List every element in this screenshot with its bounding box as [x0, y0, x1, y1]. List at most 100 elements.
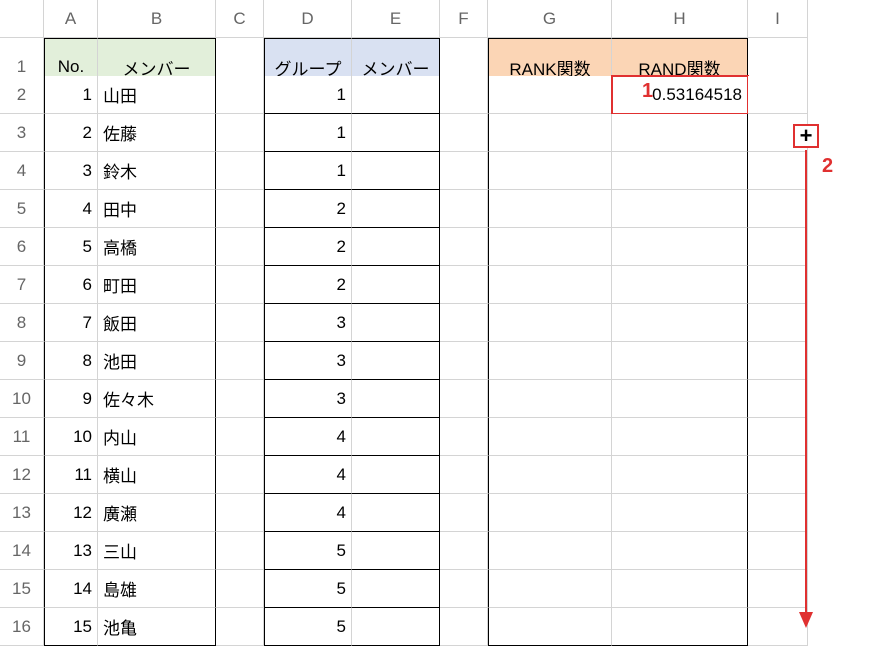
- row-header-8[interactable]: 8: [0, 304, 44, 342]
- cell-no[interactable]: 14: [44, 570, 98, 608]
- cell-F13[interactable]: [440, 494, 488, 532]
- row-header-14[interactable]: 14: [0, 532, 44, 570]
- cell-rank[interactable]: [488, 228, 612, 266]
- cell-name[interactable]: 池田: [98, 342, 216, 380]
- cell-group[interactable]: 4: [264, 456, 352, 494]
- cell-no[interactable]: 11: [44, 456, 98, 494]
- row-header-7[interactable]: 7: [0, 266, 44, 304]
- cell-rand[interactable]: [612, 190, 748, 228]
- cell-name[interactable]: 佐々木: [98, 380, 216, 418]
- cell-C13[interactable]: [216, 494, 264, 532]
- cell-name[interactable]: 高橋: [98, 228, 216, 266]
- cell-group[interactable]: 1: [264, 114, 352, 152]
- cell-name[interactable]: 鈴木: [98, 152, 216, 190]
- cell-rand[interactable]: [612, 608, 748, 646]
- cell-rank[interactable]: [488, 494, 612, 532]
- cell-no[interactable]: 9: [44, 380, 98, 418]
- cell-C6[interactable]: [216, 228, 264, 266]
- cell-F14[interactable]: [440, 532, 488, 570]
- cell-F6[interactable]: [440, 228, 488, 266]
- cell-member-de[interactable]: [352, 570, 440, 608]
- cell-member-de[interactable]: [352, 380, 440, 418]
- cell-name[interactable]: 田中: [98, 190, 216, 228]
- cell-group[interactable]: 5: [264, 570, 352, 608]
- cell-F5[interactable]: [440, 190, 488, 228]
- cell-no[interactable]: 7: [44, 304, 98, 342]
- row-header-13[interactable]: 13: [0, 494, 44, 532]
- cell-name[interactable]: 池亀: [98, 608, 216, 646]
- cell-C14[interactable]: [216, 532, 264, 570]
- cell-F16[interactable]: [440, 608, 488, 646]
- cell-rank[interactable]: [488, 608, 612, 646]
- cell-F8[interactable]: [440, 304, 488, 342]
- cell-I2[interactable]: [748, 76, 808, 114]
- cell-name[interactable]: 山田: [98, 76, 216, 114]
- col-header-H[interactable]: H: [612, 0, 748, 38]
- cell-rank[interactable]: [488, 266, 612, 304]
- cell-rand[interactable]: [612, 456, 748, 494]
- cell-F10[interactable]: [440, 380, 488, 418]
- cell-C8[interactable]: [216, 304, 264, 342]
- cell-rand[interactable]: [612, 266, 748, 304]
- cell-rank[interactable]: [488, 456, 612, 494]
- cell-rand[interactable]: [612, 380, 748, 418]
- cell-F7[interactable]: [440, 266, 488, 304]
- cell-C9[interactable]: [216, 342, 264, 380]
- row-header-10[interactable]: 10: [0, 380, 44, 418]
- cell-rank[interactable]: [488, 304, 612, 342]
- cell-F12[interactable]: [440, 456, 488, 494]
- cell-group[interactable]: 3: [264, 380, 352, 418]
- cell-group[interactable]: 5: [264, 532, 352, 570]
- cell-no[interactable]: 5: [44, 228, 98, 266]
- cell-no[interactable]: 2: [44, 114, 98, 152]
- cell-group[interactable]: 3: [264, 304, 352, 342]
- col-header-B[interactable]: B: [98, 0, 216, 38]
- row-header-15[interactable]: 15: [0, 570, 44, 608]
- cell-member-de[interactable]: [352, 76, 440, 114]
- cell-rank[interactable]: [488, 380, 612, 418]
- cell-F2[interactable]: [440, 76, 488, 114]
- col-header-G[interactable]: G: [488, 0, 612, 38]
- cell-group[interactable]: 4: [264, 418, 352, 456]
- cell-C5[interactable]: [216, 190, 264, 228]
- cell-member-de[interactable]: [352, 114, 440, 152]
- row-header-6[interactable]: 6: [0, 228, 44, 266]
- cell-rank[interactable]: [488, 190, 612, 228]
- cell-no[interactable]: 13: [44, 532, 98, 570]
- col-header-F[interactable]: F: [440, 0, 488, 38]
- col-header-I[interactable]: I: [748, 0, 808, 38]
- cell-rand[interactable]: [612, 114, 748, 152]
- cell-rand[interactable]: [612, 304, 748, 342]
- cell-member-de[interactable]: [352, 608, 440, 646]
- cell-group[interactable]: 4: [264, 494, 352, 532]
- cell-no[interactable]: 12: [44, 494, 98, 532]
- cell-name[interactable]: 佐藤: [98, 114, 216, 152]
- cell-F4[interactable]: [440, 152, 488, 190]
- cell-group[interactable]: 2: [264, 190, 352, 228]
- cell-name[interactable]: 町田: [98, 266, 216, 304]
- cell-group[interactable]: 1: [264, 152, 352, 190]
- cell-member-de[interactable]: [352, 152, 440, 190]
- cell-rand[interactable]: [612, 228, 748, 266]
- cell-group[interactable]: 5: [264, 608, 352, 646]
- cell-F3[interactable]: [440, 114, 488, 152]
- row-header-3[interactable]: 3: [0, 114, 44, 152]
- cell-group[interactable]: 2: [264, 266, 352, 304]
- cell-member-de[interactable]: [352, 228, 440, 266]
- cell-rank[interactable]: [488, 76, 612, 114]
- cell-rank[interactable]: [488, 342, 612, 380]
- cell-no[interactable]: 3: [44, 152, 98, 190]
- row-header-16[interactable]: 16: [0, 608, 44, 646]
- cell-name[interactable]: 横山: [98, 456, 216, 494]
- cell-no[interactable]: 15: [44, 608, 98, 646]
- cell-name[interactable]: 飯田: [98, 304, 216, 342]
- cell-member-de[interactable]: [352, 532, 440, 570]
- cell-C12[interactable]: [216, 456, 264, 494]
- row-header-2[interactable]: 2: [0, 76, 44, 114]
- cell-member-de[interactable]: [352, 190, 440, 228]
- cell-F9[interactable]: [440, 342, 488, 380]
- cell-name[interactable]: 三山: [98, 532, 216, 570]
- cell-C10[interactable]: [216, 380, 264, 418]
- cell-rank[interactable]: [488, 152, 612, 190]
- cell-C11[interactable]: [216, 418, 264, 456]
